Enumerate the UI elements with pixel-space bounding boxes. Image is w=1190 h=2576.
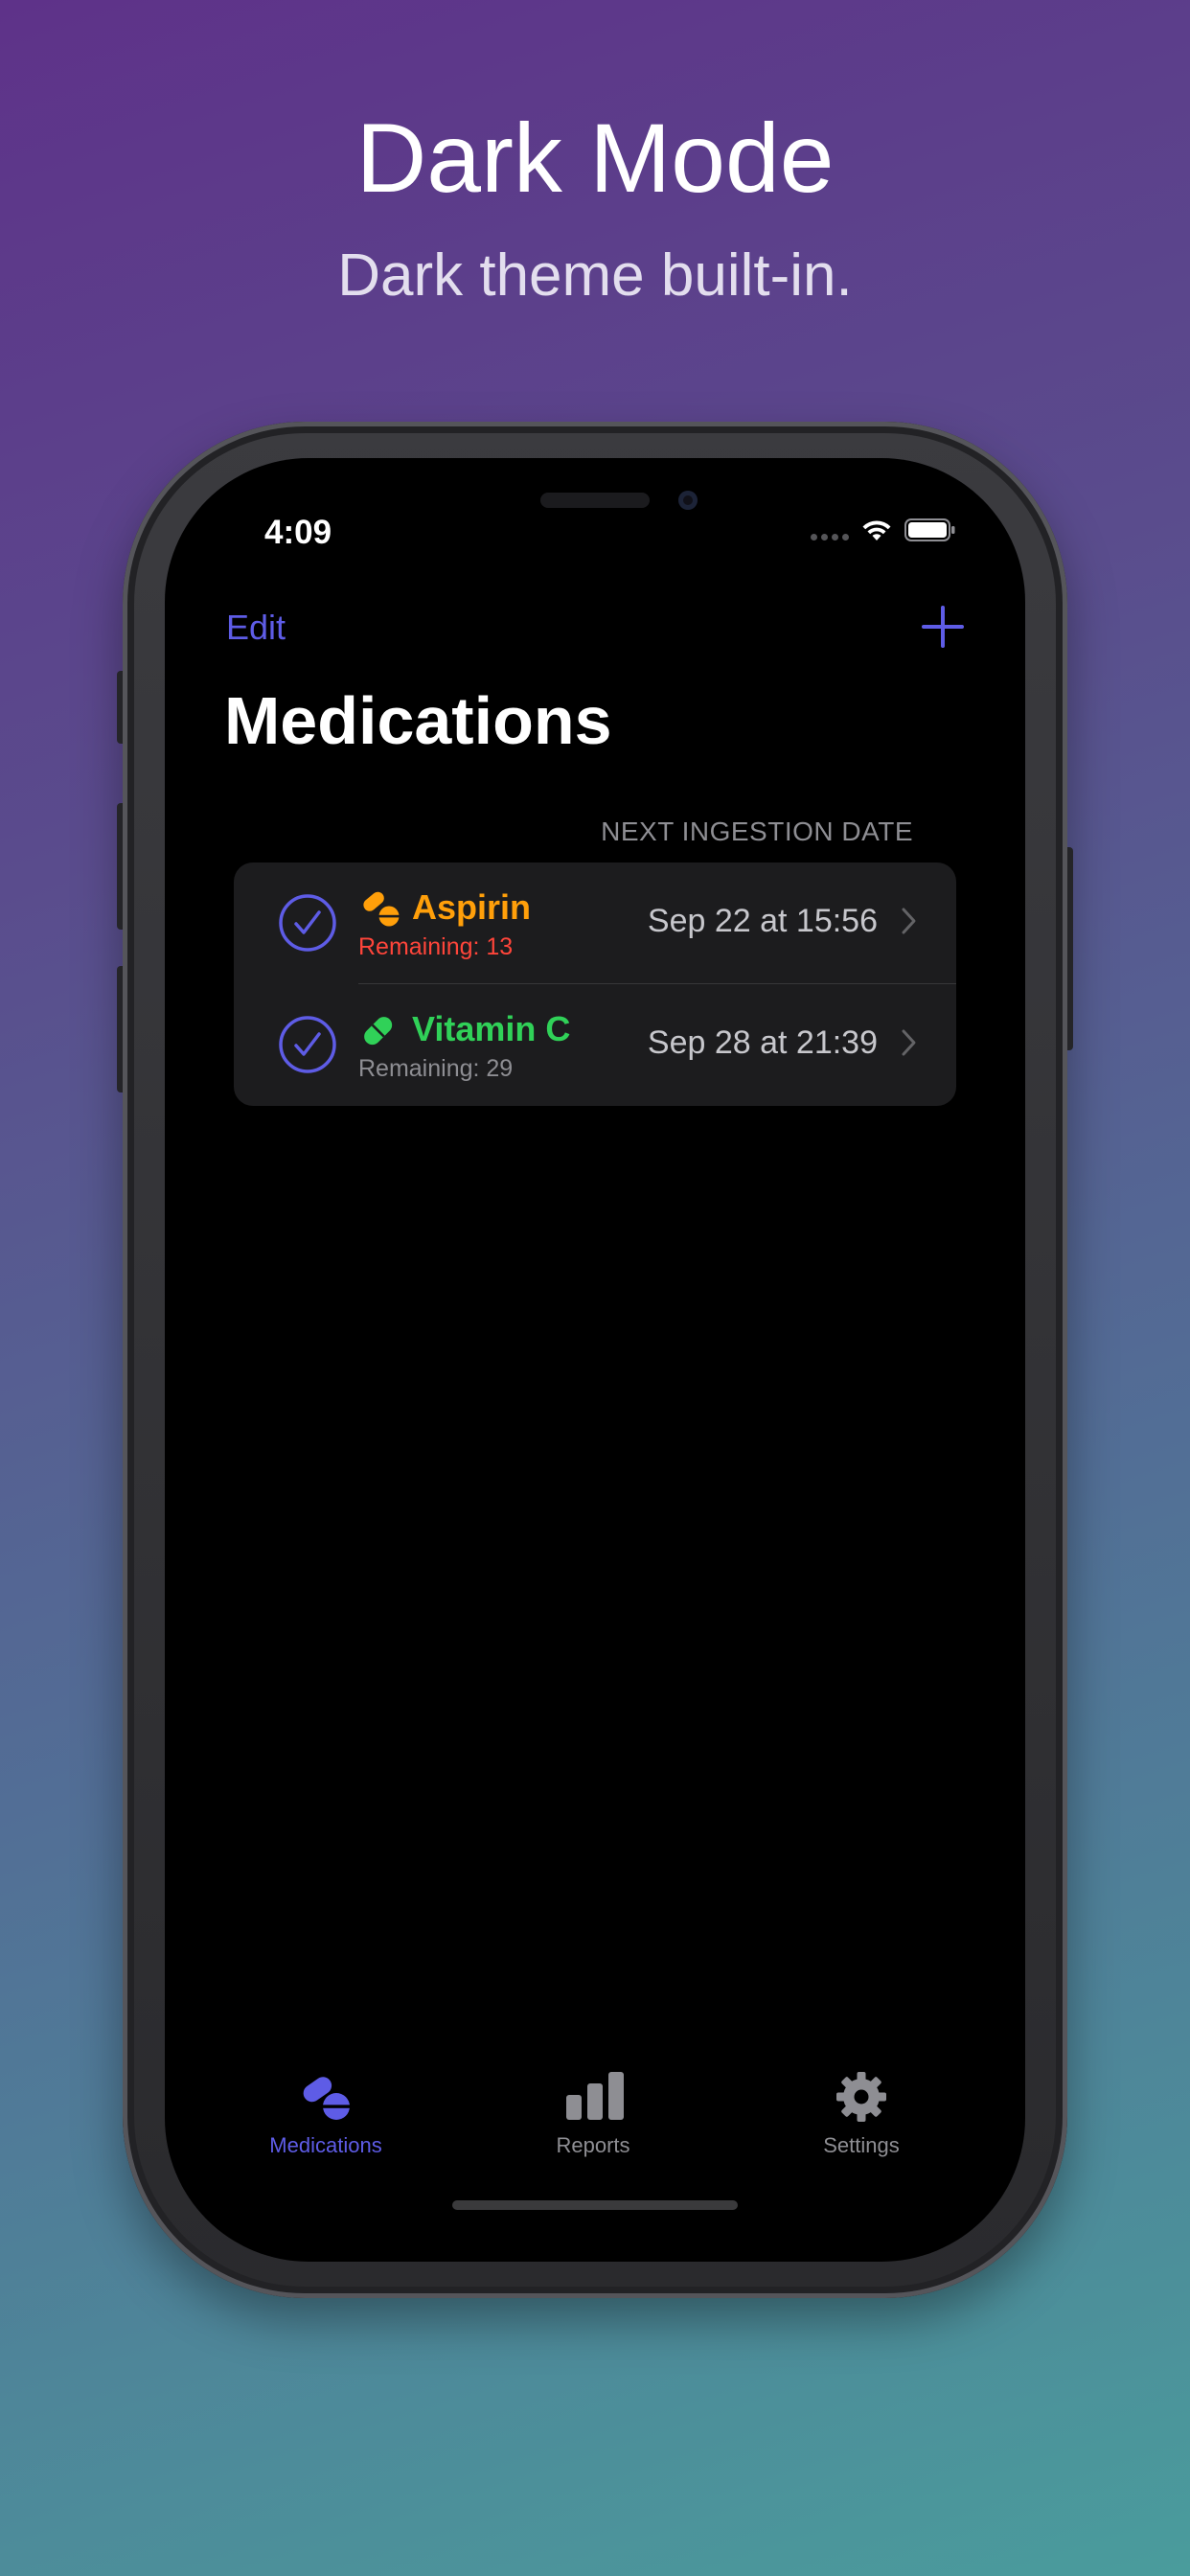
medication-name: Aspirin (412, 887, 532, 927)
gear-icon (836, 2072, 886, 2122)
bar-chart-icon (566, 2072, 624, 2120)
pills-icon (363, 891, 400, 927)
tab-label: Settings (823, 2133, 900, 2157)
next-ingestion-date: Sep 28 at 21:39 (647, 1024, 878, 1061)
status-time: 4:09 (264, 514, 332, 551)
pills-icon (303, 2077, 351, 2120)
earpiece-speaker (540, 493, 650, 508)
section-header: NEXT INGESTION DATE (601, 816, 913, 846)
capsule-icon (364, 1017, 393, 1046)
home-indicator (452, 2200, 738, 2210)
chevron-right-icon (902, 908, 916, 934)
cellular-dots-icon (811, 533, 849, 540)
medication-remaining: Remaining: 13 (358, 933, 514, 960)
wifi-icon (862, 520, 891, 540)
checkmark-circle-icon[interactable] (278, 893, 337, 953)
medication-remaining: Remaining: 29 (358, 1055, 514, 1082)
tab-bar: Medications Reports Settings (165, 2064, 1025, 2170)
medication-name: Vitamin C (412, 1009, 571, 1048)
status-icons (811, 518, 956, 542)
promo-subtitle: Dark theme built-in. (337, 242, 853, 309)
next-ingestion-date: Sep 22 at 15:56 (647, 903, 878, 939)
chevron-right-icon (902, 1029, 916, 1056)
tab-label: Medications (269, 2133, 382, 2157)
medication-row-aspirin[interactable]: Aspirin Remaining: 13 Sep 22 at 15:56 (234, 862, 956, 984)
checkmark-circle-icon[interactable] (278, 1015, 337, 1074)
phone-screen: 4:09 Edit Medications NEXT INGESTION DAT… (165, 458, 1025, 2262)
tab-label: Reports (556, 2133, 630, 2157)
battery-icon (904, 518, 955, 541)
tab-reports[interactable]: Reports (497, 2064, 689, 2170)
page-title: Medications (224, 683, 612, 758)
promo-title: Dark Mode (355, 104, 835, 213)
medication-row-vitamin-c[interactable]: Vitamin C Remaining: 29 Sep 28 at 21:39 (234, 984, 956, 1106)
tab-settings[interactable]: Settings (766, 2064, 957, 2170)
front-camera (678, 491, 698, 510)
plus-icon[interactable] (916, 600, 970, 654)
tab-medications[interactable]: Medications (230, 2064, 422, 2170)
medication-list: Aspirin Remaining: 13 Sep 22 at 15:56 Vi… (234, 862, 956, 1106)
edit-button[interactable]: Edit (226, 608, 286, 648)
